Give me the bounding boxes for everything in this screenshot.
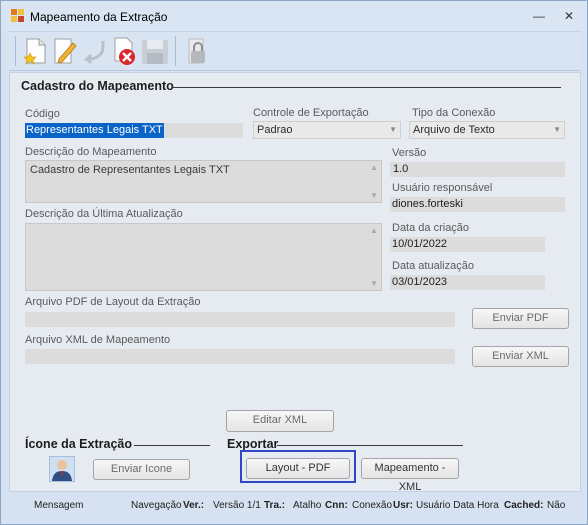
enviar-icone-button[interactable]: Enviar Icone	[93, 459, 190, 480]
mapeamento-xml-button[interactable]: Mapeamento - XML	[361, 458, 459, 493]
toolbar-grip	[15, 36, 16, 66]
descricao-textarea[interactable]: Cadastro de Representantes Legais TXT ▲ …	[25, 160, 382, 203]
scroll-down-icon[interactable]: ▼	[369, 279, 379, 288]
tipo-selected-value: Arquivo de Texto	[413, 124, 495, 136]
enviar-xml-button[interactable]: Enviar XML	[472, 346, 569, 367]
group-title-cadastro: Cadastro do Mapeamento	[21, 79, 174, 93]
close-button[interactable]: ✕	[562, 9, 576, 23]
save-disk-icon[interactable]	[139, 35, 171, 67]
minimize-button[interactable]: —	[532, 9, 546, 23]
lock-icon[interactable]	[179, 35, 211, 67]
chevron-down-icon: ▼	[553, 125, 561, 134]
data-atualizacao-label: Data atualização	[392, 260, 474, 272]
controle-label: Controle de Exportação	[253, 107, 369, 119]
versao-label: Versão	[392, 147, 427, 159]
descricao-label: Descrição do Mapeamento	[25, 146, 157, 158]
toolbar-separator	[175, 36, 176, 66]
status-cached-value: Não	[547, 500, 566, 511]
edit-pencil-icon[interactable]	[49, 35, 81, 67]
scroll-down-icon[interactable]: ▼	[369, 191, 379, 200]
status-navegacao: Navegação	[131, 500, 182, 511]
usuario-field[interactable]: diones.forteski	[390, 197, 565, 212]
undo-arrow-icon[interactable]	[79, 35, 111, 67]
main-window: Mapeamento da Extração — ✕ Cadastro do M…	[0, 0, 588, 525]
arquivo-xml-label: Arquivo XML de Mapeamento	[25, 334, 171, 346]
scroll-up-icon[interactable]: ▲	[369, 226, 379, 235]
arquivo-pdf-label: Arquivo PDF de Layout da Extração	[25, 296, 201, 308]
arquivo-xml-field[interactable]	[25, 349, 455, 364]
layout-pdf-button[interactable]: Layout - PDF	[246, 458, 350, 479]
status-cnn-value: Conexão	[352, 500, 393, 511]
exportar-group-divider	[277, 445, 463, 446]
status-tra-value: Atalho	[293, 500, 322, 511]
tipo-conexao-select[interactable]: Arquivo de Texto ▼	[409, 121, 565, 139]
status-usr-value: Usuário Data Hora	[416, 500, 499, 511]
data-criacao-label: Data da criação	[392, 222, 470, 234]
usuario-label: Usuário responsável	[392, 182, 493, 194]
versao-field[interactable]: 1.0	[390, 162, 565, 177]
status-cached-label: Cached:	[504, 500, 544, 511]
editar-xml-button[interactable]: Editar XML	[226, 410, 334, 432]
enviar-pdf-button[interactable]: Enviar PDF	[472, 308, 569, 329]
ultima-atualizacao-textarea[interactable]: ▲ ▼	[25, 223, 382, 291]
data-criacao-value: 10/01/2022	[392, 238, 448, 250]
codigo-field[interactable]: Representantes Legais TXT	[25, 123, 243, 138]
data-atualizacao-value: 03/01/2023	[392, 276, 448, 288]
chevron-down-icon: ▼	[389, 125, 397, 134]
delete-icon[interactable]	[109, 35, 141, 67]
icone-group-title: Ícone da Extração	[25, 437, 132, 451]
app-icon	[11, 9, 24, 22]
toolbar	[9, 31, 581, 71]
icone-group-divider	[134, 445, 210, 446]
data-atualizacao-field[interactable]: 03/01/2023	[390, 275, 545, 290]
status-mensagem: Mensagem	[34, 500, 84, 511]
data-criacao-field[interactable]: 10/01/2022	[390, 237, 545, 252]
arquivo-pdf-field[interactable]	[25, 312, 455, 327]
status-ver-value: Versão 1/1	[213, 500, 261, 511]
title-bar: Mapeamento da Extração — ✕	[1, 1, 587, 31]
group-divider	[172, 87, 561, 88]
descricao-text: Cadastro de Representantes Legais TXT	[30, 164, 230, 176]
codigo-label: Código	[25, 108, 60, 120]
person-avatar-icon	[49, 456, 75, 482]
versao-value: 1.0	[393, 163, 409, 175]
status-cnn-label: Cnn:	[325, 500, 348, 511]
status-ver-label: Ver.:	[183, 500, 205, 511]
controle-exportacao-select[interactable]: Padrao ▼	[253, 121, 401, 139]
window-title: Mapeamento da Extração	[30, 10, 168, 24]
exportar-group-title: Exportar	[227, 437, 279, 451]
new-document-icon[interactable]	[19, 35, 51, 67]
scroll-up-icon[interactable]: ▲	[369, 163, 379, 172]
ultima-atualizacao-label: Descrição da Última Atualização	[25, 208, 183, 220]
usuario-value: diones.forteski	[392, 198, 463, 210]
tipo-label: Tipo da Conexão	[412, 107, 496, 119]
codigo-selected-text: Representantes Legais TXT	[25, 123, 164, 138]
controle-selected-value: Padrao	[257, 124, 293, 136]
status-tra-label: Tra.:	[264, 500, 286, 511]
status-usr-label: Usr:	[393, 500, 414, 511]
